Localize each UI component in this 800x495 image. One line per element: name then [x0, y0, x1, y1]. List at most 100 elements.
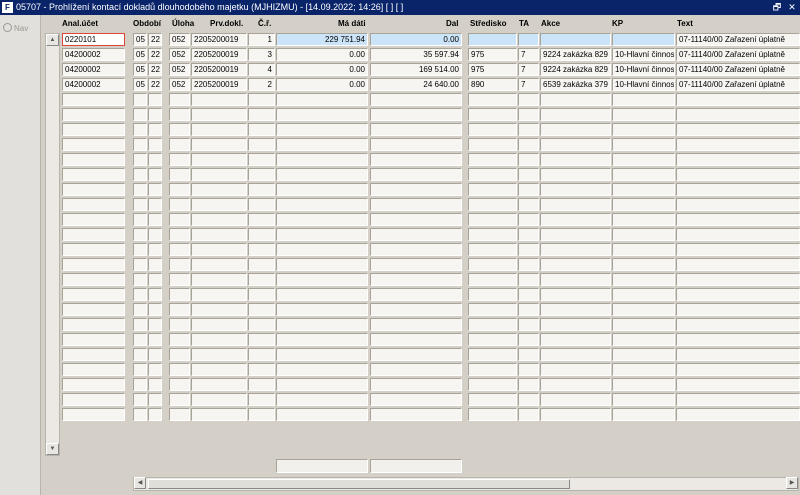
- cell-obd-y[interactable]: 22: [148, 33, 162, 46]
- cell-akce[interactable]: [540, 198, 611, 211]
- cell-obd-m[interactable]: [133, 198, 147, 211]
- cell-stredisko[interactable]: [468, 348, 517, 361]
- scroll-right-button[interactable]: ▶: [786, 477, 798, 489]
- cell-dal[interactable]: [370, 288, 462, 301]
- cell-kp[interactable]: [612, 318, 675, 331]
- header-ta[interactable]: TA: [519, 19, 529, 28]
- cell-text[interactable]: [676, 318, 800, 331]
- cell-akce[interactable]: 9224 zakázka 829: [540, 63, 611, 76]
- cell-obd-m[interactable]: [133, 348, 147, 361]
- cell-akce[interactable]: [540, 138, 611, 151]
- cell-stredisko[interactable]: [468, 318, 517, 331]
- cell-dal[interactable]: 169 514.00: [370, 63, 462, 76]
- cell-obd-m[interactable]: [133, 93, 147, 106]
- cell-obd-m[interactable]: 05: [133, 48, 147, 61]
- cell-anal[interactable]: 04200002: [62, 48, 125, 61]
- cell-cr[interactable]: [248, 243, 275, 256]
- cell-obd-m[interactable]: 05: [133, 78, 147, 91]
- cell-text[interactable]: [676, 258, 800, 271]
- cell-uloha[interactable]: [169, 138, 190, 151]
- cell-stredisko[interactable]: [468, 123, 517, 136]
- cell-cr[interactable]: [248, 273, 275, 286]
- cell-stredisko[interactable]: [468, 198, 517, 211]
- cell-madati[interactable]: [276, 393, 368, 406]
- cell-anal[interactable]: [62, 318, 125, 331]
- cell-text[interactable]: [676, 333, 800, 346]
- scroll-thumb[interactable]: [148, 479, 570, 489]
- cell-madati[interactable]: [276, 273, 368, 286]
- cell-anal[interactable]: [62, 243, 125, 256]
- cell-dal[interactable]: [370, 123, 462, 136]
- cell-obd-m[interactable]: [133, 333, 147, 346]
- cell-uloha[interactable]: [169, 288, 190, 301]
- cell-cr[interactable]: [248, 168, 275, 181]
- cell-kp[interactable]: [612, 33, 675, 46]
- cell-dal[interactable]: [370, 318, 462, 331]
- cell-uloha[interactable]: [169, 258, 190, 271]
- cell-ta[interactable]: [518, 243, 539, 256]
- cell-stredisko[interactable]: [468, 378, 517, 391]
- cell-text[interactable]: [676, 273, 800, 286]
- cell-anal[interactable]: [62, 123, 125, 136]
- cell-ta[interactable]: [518, 228, 539, 241]
- cell-text[interactable]: [676, 123, 800, 136]
- cell-madati[interactable]: [276, 363, 368, 376]
- cell-obd-y[interactable]: [148, 153, 162, 166]
- cell-cr[interactable]: [248, 348, 275, 361]
- scroll-left-button[interactable]: ◀: [134, 477, 146, 489]
- cell-cr[interactable]: [248, 213, 275, 226]
- cell-cr[interactable]: [248, 198, 275, 211]
- cell-akce[interactable]: [540, 258, 611, 271]
- cell-cr[interactable]: [248, 333, 275, 346]
- cell-kp[interactable]: [612, 168, 675, 181]
- cell-anal[interactable]: 04200002: [62, 78, 125, 91]
- cell-ta[interactable]: [518, 408, 539, 421]
- cell-kp[interactable]: [612, 93, 675, 106]
- cell-text[interactable]: [676, 153, 800, 166]
- cell-kp[interactable]: [612, 258, 675, 271]
- cell-uloha[interactable]: [169, 363, 190, 376]
- cell-anal[interactable]: [62, 258, 125, 271]
- cell-obd-y[interactable]: [148, 108, 162, 121]
- header-text[interactable]: Text: [677, 19, 693, 28]
- cell-stredisko[interactable]: [468, 213, 517, 226]
- cell-prvdokl[interactable]: [191, 243, 247, 256]
- cell-stredisko[interactable]: [468, 183, 517, 196]
- cell-cr[interactable]: [248, 183, 275, 196]
- cell-obd-m[interactable]: [133, 288, 147, 301]
- cell-text[interactable]: [676, 228, 800, 241]
- cell-obd-y[interactable]: [148, 183, 162, 196]
- cell-ta[interactable]: [518, 213, 539, 226]
- cell-kp[interactable]: [612, 378, 675, 391]
- cell-akce[interactable]: 9224 zakázka 829: [540, 48, 611, 61]
- cell-prvdokl[interactable]: [191, 303, 247, 316]
- cell-uloha[interactable]: [169, 108, 190, 121]
- cell-ta[interactable]: [518, 378, 539, 391]
- cell-dal[interactable]: [370, 333, 462, 346]
- cell-ta[interactable]: 7: [518, 78, 539, 91]
- cell-stredisko[interactable]: [468, 33, 517, 46]
- cell-prvdokl[interactable]: 2205200019: [191, 78, 247, 91]
- cell-text[interactable]: [676, 408, 800, 421]
- cell-akce[interactable]: [540, 108, 611, 121]
- cell-dal[interactable]: [370, 378, 462, 391]
- cell-kp[interactable]: [612, 228, 675, 241]
- header-anal-ucet[interactable]: Anal.účet: [62, 19, 98, 28]
- cell-text[interactable]: [676, 198, 800, 211]
- cell-anal[interactable]: [62, 408, 125, 421]
- cell-cr[interactable]: 3: [248, 48, 275, 61]
- cell-madati[interactable]: [276, 408, 368, 421]
- cell-akce[interactable]: [540, 183, 611, 196]
- cell-uloha[interactable]: 052: [169, 63, 190, 76]
- nav-button[interactable]: Nav: [3, 23, 28, 33]
- cell-madati[interactable]: 229 751.94: [276, 33, 368, 46]
- cell-dal[interactable]: [370, 153, 462, 166]
- cell-ta[interactable]: [518, 33, 539, 46]
- cell-dal[interactable]: [370, 393, 462, 406]
- cell-ta[interactable]: [518, 168, 539, 181]
- cell-ta[interactable]: [518, 198, 539, 211]
- cell-stredisko[interactable]: [468, 228, 517, 241]
- cell-stredisko[interactable]: [468, 363, 517, 376]
- cell-anal[interactable]: 0220101: [62, 33, 125, 46]
- cell-prvdokl[interactable]: [191, 333, 247, 346]
